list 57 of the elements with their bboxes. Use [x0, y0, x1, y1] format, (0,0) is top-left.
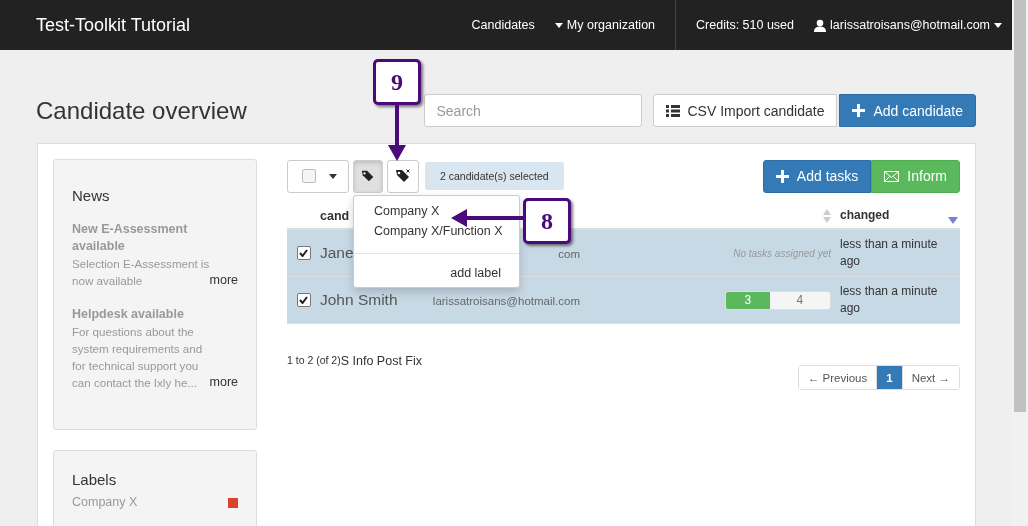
tag-button[interactable]	[353, 159, 383, 193]
caret-icon	[554, 22, 563, 28]
add-candidate-button[interactable]: Add candidate	[839, 94, 976, 127]
candidate-name[interactable]: Jane	[320, 244, 354, 262]
page-link[interactable]: 1	[876, 366, 903, 389]
page-title: Candidate overview	[36, 96, 247, 125]
candidate-name[interactable]: John Smith	[320, 291, 398, 309]
nav-link[interactable]: My organization	[544, 18, 666, 32]
progress-remaining: 4	[795, 292, 805, 309]
credits-link[interactable]: Credits: 510 used	[686, 18, 805, 32]
caret-icon	[329, 173, 337, 179]
plus-icon	[852, 104, 866, 117]
arrow	[387, 105, 407, 161]
list-icon	[665, 104, 680, 117]
step-callout: 9	[373, 59, 421, 105]
sort-down-icon[interactable]	[948, 217, 958, 224]
column-header[interactable]: cand	[320, 208, 350, 223]
news-title: New E-Assessment available	[72, 221, 189, 255]
step-callout: 8	[523, 198, 571, 244]
news-title: Helpdesk available	[72, 306, 185, 323]
add-tasks-button[interactable]: Add tasks	[762, 159, 872, 193]
progress-fill: 3	[726, 291, 770, 309]
csv-import-button[interactable]: CSV Import candidate	[652, 94, 838, 127]
checkbox[interactable]	[296, 293, 311, 307]
table-row[interactable]: John Smith larissatroisans@hotmail.com 3 4 less than a minute ago	[287, 277, 960, 324]
changed-time: less than a minute ago	[840, 236, 939, 270]
check-icon	[299, 296, 308, 304]
nav-link[interactable]: Candidates	[461, 18, 545, 32]
check-icon	[299, 249, 308, 257]
untag-button[interactable]	[387, 159, 419, 193]
more-link[interactable]: more	[209, 374, 238, 391]
news-text: Selection E-Assessment is now available	[72, 256, 210, 289]
checkbox[interactable]	[296, 246, 311, 260]
changed-time: less than a minute ago	[840, 283, 939, 317]
tag-icon	[361, 169, 375, 183]
tag-remove-icon	[395, 169, 411, 183]
tasks-note: No tasks assigned yet	[733, 247, 831, 259]
checkbox[interactable]	[302, 169, 316, 183]
menu-item[interactable]: Company X	[354, 200, 519, 221]
user-icon	[814, 18, 827, 32]
footer-text: S Info Post Fix	[340, 354, 422, 368]
user-menu[interactable]: larissatroisans@hotmail.com	[804, 18, 1012, 32]
more-link[interactable]: more	[209, 272, 238, 289]
card-title: News	[72, 187, 111, 204]
caret-icon	[994, 22, 1002, 28]
candidate-email: larissatroisans@hotmail.com	[432, 295, 580, 307]
plus-icon	[775, 169, 789, 183]
result-range: 1 to 2 (of 2)	[287, 354, 341, 366]
brand-title[interactable]: Test-Toolkit Tutorial	[36, 14, 191, 36]
search-field[interactable]: Search	[423, 94, 642, 127]
candidate-email: com	[558, 248, 580, 260]
scrollbar-thumb[interactable]	[1014, 0, 1026, 412]
card-title: Labels	[72, 471, 118, 488]
column-header[interactable]: changed	[840, 207, 890, 224]
mail-icon	[884, 170, 900, 182]
selection-count: 2 candidate(s) selected	[425, 162, 564, 190]
news-text: For questions about the system requirements and for technical support you can contact the Ixly he...	[72, 324, 204, 391]
